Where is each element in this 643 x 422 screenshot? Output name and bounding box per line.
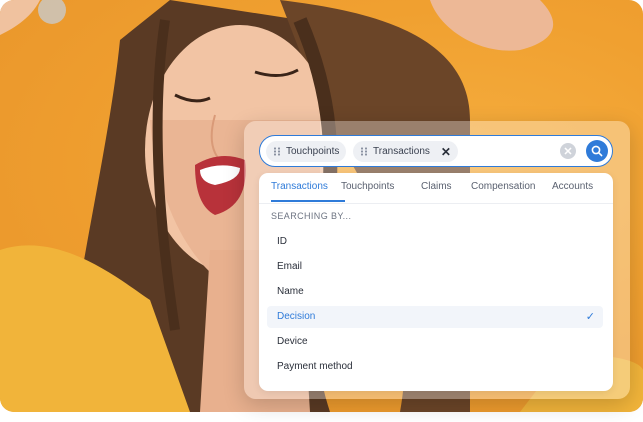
search-icon bbox=[591, 145, 603, 157]
drag-handle-icon[interactable] bbox=[273, 147, 281, 156]
option-id[interactable]: ID bbox=[267, 231, 603, 253]
tab-accounts[interactable]: Accounts bbox=[552, 181, 593, 192]
option-label: Name bbox=[277, 286, 304, 297]
search-dropdown-panel: Transactions Touchpoints Claims Compensa… bbox=[259, 173, 613, 391]
chip-label: Touchpoints bbox=[286, 146, 340, 157]
tab-compensation[interactable]: Compensation bbox=[471, 181, 535, 192]
filter-chip-touchpoints[interactable]: Touchpoints bbox=[266, 141, 347, 162]
section-label: SEARCHING BY... bbox=[271, 211, 352, 221]
chip-label: Transactions bbox=[373, 146, 430, 157]
category-tabs: Transactions Touchpoints Claims Compensa… bbox=[259, 173, 613, 204]
tab-touchpoints[interactable]: Touchpoints bbox=[341, 181, 394, 192]
active-tab-indicator bbox=[271, 200, 345, 202]
search-button[interactable] bbox=[586, 140, 608, 162]
tab-transactions[interactable]: Transactions bbox=[271, 181, 328, 192]
checkmark-icon: ✓ bbox=[585, 311, 595, 323]
option-name[interactable]: Name bbox=[267, 281, 603, 303]
filter-chip-transactions[interactable]: Transactions ✕ bbox=[353, 141, 458, 162]
option-label: Email bbox=[277, 261, 303, 272]
option-payment-method[interactable]: Payment method bbox=[267, 356, 603, 378]
clear-search-icon[interactable]: ✕ bbox=[560, 143, 576, 159]
option-decision[interactable]: Decision ✓ bbox=[267, 306, 603, 328]
tab-claims[interactable]: Claims bbox=[421, 181, 452, 192]
search-bar[interactable]: Touchpoints Transactions ✕ ✕ bbox=[259, 135, 613, 167]
screenshot-stage: Touchpoints Transactions ✕ ✕ Transaction… bbox=[0, 0, 643, 422]
option-label: Device bbox=[277, 336, 308, 347]
option-device[interactable]: Device bbox=[267, 331, 603, 353]
option-label: Decision bbox=[277, 311, 316, 322]
option-label: ID bbox=[277, 236, 287, 247]
option-label: Payment method bbox=[277, 361, 353, 372]
option-email[interactable]: Email bbox=[267, 256, 603, 278]
remove-chip-icon[interactable]: ✕ bbox=[441, 146, 451, 158]
drag-handle-icon[interactable] bbox=[360, 147, 368, 156]
